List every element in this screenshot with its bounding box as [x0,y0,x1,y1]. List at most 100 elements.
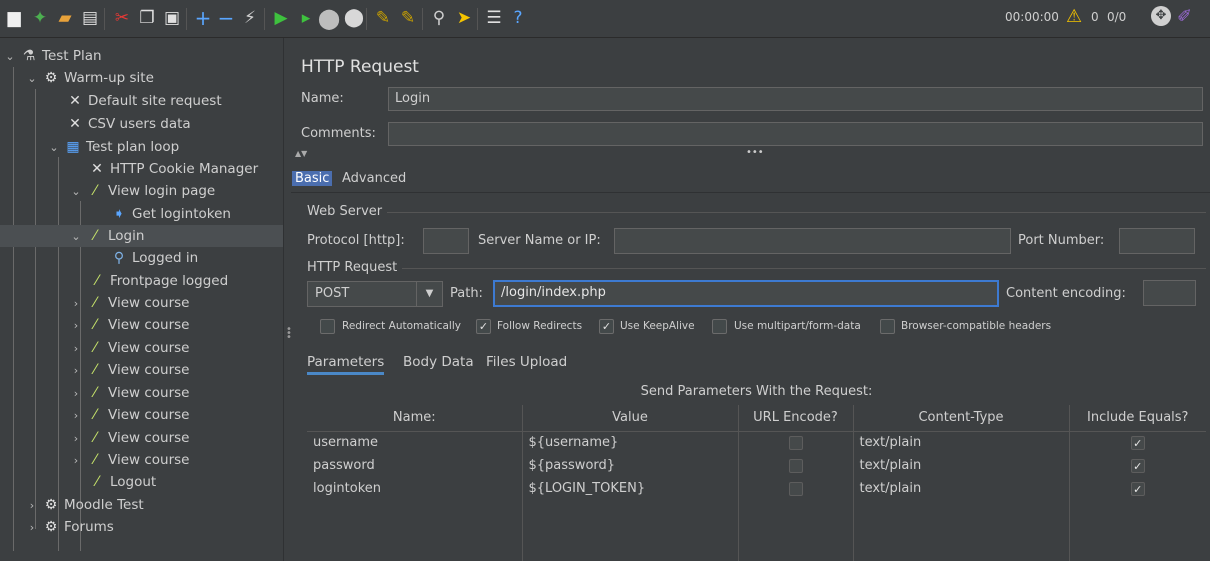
comments-splitter[interactable]: ▲▼ ••• [291,147,1210,163]
content-type[interactable]: text/plain [852,454,1069,477]
chevron-down-icon[interactable]: ⌄ [70,230,82,243]
tree-item-warm-up-site[interactable]: ⌄ ⚙ Warm-up site [0,67,283,89]
include-equals-checkbox[interactable]: ✓ [1130,481,1145,496]
tab-basic[interactable]: Basic [292,171,333,186]
new-icon[interactable]: ▆ [4,8,24,28]
table-row[interactable]: logintoken ${LOGIN_TOKEN} text/plain ✓ [307,477,1206,500]
table-row[interactable]: username ${username} text/plain ✓ [307,431,1206,454]
param-value[interactable]: ${username} [521,431,738,454]
column-header-include-equals[interactable]: Include Equals? [1068,405,1206,432]
column-header-content-type[interactable]: Content-Type [852,405,1069,432]
protocol-field[interactable] [423,228,469,254]
url-encode-checkbox[interactable] [788,435,803,450]
start-no-pauses-icon[interactable]: ▸ [296,8,316,28]
reset-search-icon[interactable]: ➤ [454,8,474,28]
multipart-checkbox[interactable] [712,319,727,334]
tree-item-test-plan-loop[interactable]: ⌄ ▦ Test plan loop [0,136,283,158]
chevron-right-icon[interactable]: › [70,319,82,332]
dropdown-arrow-icon[interactable]: ▼ [416,282,442,306]
url-encode-cell[interactable] [737,477,853,500]
chevron-down-icon[interactable]: ⌄ [48,141,60,154]
include-equals-cell[interactable]: ✓ [1068,454,1206,477]
method-select[interactable]: POST ▼ [307,281,443,307]
server-field[interactable] [614,228,1011,254]
copy-icon[interactable]: ❐ [137,8,157,28]
toggle-icon[interactable]: ⚡ [240,8,260,28]
port-field[interactable] [1119,228,1195,254]
name-field[interactable]: Login [388,87,1203,111]
redirect-automatically-checkbox[interactable] [320,319,335,334]
chevron-right-icon[interactable]: › [26,521,38,534]
collapse-arrows-icon[interactable]: ▲▼ [295,149,307,158]
chevron-right-icon[interactable]: › [70,297,82,310]
tree-item-csv-users-data[interactable]: ✕ CSV users data [0,113,283,135]
tree-item-view-course[interactable]: › ⁄ View course [0,449,283,471]
chevron-right-icon[interactable]: › [70,364,82,377]
content-type[interactable]: text/plain [852,477,1069,500]
param-name[interactable]: password [307,454,522,477]
include-equals-checkbox[interactable]: ✓ [1130,435,1145,450]
tree-item-http-cookie-manager[interactable]: ✕ HTTP Cookie Manager [0,158,283,180]
tree-item-default-site-request[interactable]: ✕ Default site request [0,90,283,112]
cut-icon[interactable]: ✂ [112,8,132,28]
browser-compatible-checkbox[interactable] [880,319,895,334]
chevron-down-icon[interactable]: ⌄ [4,50,16,63]
tree-item-view-course[interactable]: › ⁄ View course [0,337,283,359]
clear-icon[interactable]: ✎ [373,8,393,28]
help-icon[interactable]: ? [508,8,528,28]
tree-item-logged-in[interactable]: ⚲ Logged in [0,247,283,269]
include-equals-checkbox[interactable]: ✓ [1130,458,1145,473]
splitter-dots-icon[interactable]: ••• [746,147,764,158]
url-encode-cell[interactable] [737,431,853,454]
tab-body-data[interactable]: Body Data [403,354,474,370]
expand-all-icon[interactable]: + [193,8,213,28]
include-equals-cell[interactable]: ✓ [1068,431,1206,454]
tree-item-view-course[interactable]: › ⁄ View course [0,292,283,314]
column-header-name[interactable]: Name: [307,405,522,432]
comments-field[interactable] [388,122,1203,146]
chevron-right-icon[interactable]: › [26,499,38,512]
tab-advanced[interactable]: Advanced [342,171,406,186]
column-header-url-encode[interactable]: URL Encode? [737,405,853,432]
remote-icon[interactable]: ✥ [1151,6,1171,26]
param-name[interactable]: logintoken [307,477,522,500]
tree-item-forums[interactable]: › ⚙ Forums [0,516,283,538]
function-helper-icon[interactable]: ☰ [484,8,504,28]
param-name[interactable]: username [307,431,522,454]
tree-item-view-course[interactable]: › ⁄ View course [0,359,283,381]
tree-item-logout[interactable]: ⁄ Logout [0,471,283,493]
warning-icon[interactable]: ⚠ [1066,6,1082,27]
tab-files-upload[interactable]: Files Upload [486,354,567,370]
chevron-right-icon[interactable]: › [70,387,82,400]
start-icon[interactable]: ▶ [271,8,291,28]
url-encode-cell[interactable] [737,454,853,477]
templates-icon[interactable]: ✦ [30,8,50,28]
tree-item-login[interactable]: ⌄ ⁄ Login [0,225,283,247]
pane-splitter[interactable] [283,38,291,561]
collapse-all-icon[interactable]: − [216,8,236,28]
tree-item-view-course[interactable]: › ⁄ View course [0,382,283,404]
tree-item-view-login-page[interactable]: ⌄ ⁄ View login page [0,180,283,202]
url-encode-checkbox[interactable] [788,458,803,473]
stop-icon[interactable]: ⬤ [318,8,340,28]
clear-log-icon[interactable]: ✐ [1177,6,1192,27]
url-encode-checkbox[interactable] [788,481,803,496]
tree-item-frontpage-logged[interactable]: ⁄ Frontpage logged [0,270,283,292]
save-icon[interactable]: ▤ [80,8,100,28]
tree-item-get-logintoken[interactable]: ➧ Get logintoken [0,203,283,225]
follow-redirects-checkbox[interactable]: ✓ [476,319,491,334]
tab-parameters[interactable]: Parameters [307,354,385,375]
chevron-right-icon[interactable]: › [70,342,82,355]
path-field[interactable]: /login/index.php [493,280,999,307]
clear-all-icon[interactable]: ✎ [398,8,418,28]
tree-item-test-plan[interactable]: ⌄ ⚗ Test Plan [0,45,283,67]
search-icon[interactable]: ⚲ [429,8,449,28]
tree-item-moodle-test[interactable]: › ⚙ Moodle Test [0,494,283,516]
paste-icon[interactable]: ▣ [162,8,182,28]
chevron-down-icon[interactable]: ⌄ [26,72,38,85]
table-row[interactable]: password ${password} text/plain ✓ [307,454,1206,477]
tree-item-view-course[interactable]: › ⁄ View course [0,314,283,336]
tree-item-view-course[interactable]: › ⁄ View course [0,404,283,426]
chevron-right-icon[interactable]: › [70,409,82,422]
chevron-right-icon[interactable]: › [70,432,82,445]
